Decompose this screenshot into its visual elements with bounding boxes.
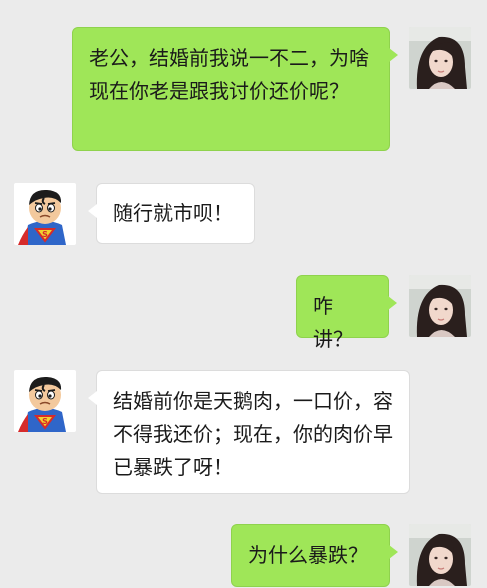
girl-avatar-image xyxy=(409,275,471,337)
message-text: 咋讲？ xyxy=(313,294,353,351)
girl-avatar-image xyxy=(409,524,471,586)
message-bubble-outgoing[interactable]: 为什么暴跌？ xyxy=(231,524,398,587)
message-text: 老公，结婚前我说一不二，为啥现在你老是跟我讨价还价呢？ xyxy=(89,46,369,103)
girl-avatar[interactable] xyxy=(409,27,471,89)
bubble-tail xyxy=(88,204,97,218)
message-text: 结婚前你是天鹅肉，一口价，容不得我还价；现在，你的肉价早已暴跌了呀！ xyxy=(113,389,393,479)
message-text: 随行就市呗！ xyxy=(113,201,233,225)
superman-avatar[interactable]: S xyxy=(14,183,76,245)
message-bubble-outgoing[interactable]: 老公，结婚前我说一不二，为啥现在你老是跟我讨价还价呢？ xyxy=(72,27,398,151)
bubble-tail xyxy=(88,391,97,405)
message-bubble-incoming[interactable]: 结婚前你是天鹅肉，一口价，容不得我还价；现在，你的肉价早已暴跌了呀！ xyxy=(88,370,410,494)
message-bubble-incoming[interactable]: 随行就市呗！ xyxy=(88,183,255,244)
superman-avatar-image: S xyxy=(14,370,76,432)
svg-text:S: S xyxy=(42,230,48,239)
superman-avatar[interactable]: S xyxy=(14,370,76,432)
girl-avatar[interactable] xyxy=(409,524,471,586)
message-text: 为什么暴跌？ xyxy=(248,543,368,567)
message-bubble-outgoing[interactable]: 咋讲？ xyxy=(296,275,397,351)
svg-text:S: S xyxy=(42,417,48,426)
girl-avatar[interactable] xyxy=(409,275,471,337)
girl-avatar-image xyxy=(409,27,471,89)
superman-avatar-image: S xyxy=(14,183,76,245)
bubble-tail xyxy=(388,296,397,310)
bubble-tail xyxy=(389,545,398,559)
bubble-tail xyxy=(389,48,398,62)
